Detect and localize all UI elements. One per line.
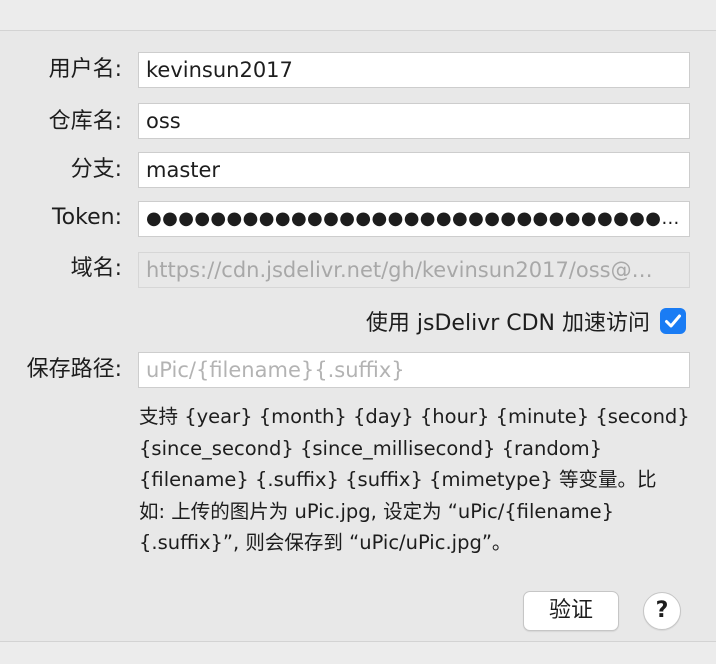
verify-button[interactable]: 验证 <box>523 591 619 631</box>
save-path-help: 支持 {year} {month} {day} {hour} {minute} … <box>139 401 699 559</box>
domain-field: https://cdn.jsdelivr.net/gh/kevinsun2017… <box>138 252 690 288</box>
domain-label: 域名: <box>70 256 122 281</box>
jsdelivr-option[interactable]: 使用 jsDelivr CDN 加速访问 <box>366 305 686 337</box>
help-line: 支持 {year} {month} {day} {hour} {minute} … <box>139 405 690 428</box>
save-path-input[interactable]: uPic/{filename}{.suffix} <box>138 352 690 388</box>
jsdelivr-label: 使用 jsDelivr CDN 加速访问 <box>365 311 650 336</box>
token-field[interactable]: ●●●●●●●●●●●●●●●●●●●●●●●●●●●●●●●●●●●… <box>138 201 690 237</box>
help-line: 如: 上传的图片为 uPic.jpg, 设定为 “uPic/{filename} <box>139 499 615 523</box>
help-button[interactable]: ? <box>643 592 681 630</box>
save-path-label: 保存路径: <box>26 357 122 382</box>
help-line: {.suffix}”, 则会保存到 “uPic/uPic.jpg”。 <box>139 531 512 554</box>
branch-label: 分支: <box>70 157 122 182</box>
repo-label: 仓库名: <box>48 109 122 134</box>
token-label: Token: <box>51 205 122 230</box>
username-field[interactable]: kevinsun2017 <box>138 52 690 88</box>
username-label: 用户名: <box>48 57 122 82</box>
help-line: {since_second} {since_millisecond} {rand… <box>139 436 603 460</box>
checkmark-icon <box>665 314 681 328</box>
branch-field[interactable]: master <box>138 152 690 188</box>
help-line: {filename} {.suffix} {suffix} {mimetype}… <box>139 468 657 491</box>
jsdelivr-checkbox[interactable] <box>660 308 686 334</box>
repo-field[interactable]: oss <box>138 103 690 139</box>
